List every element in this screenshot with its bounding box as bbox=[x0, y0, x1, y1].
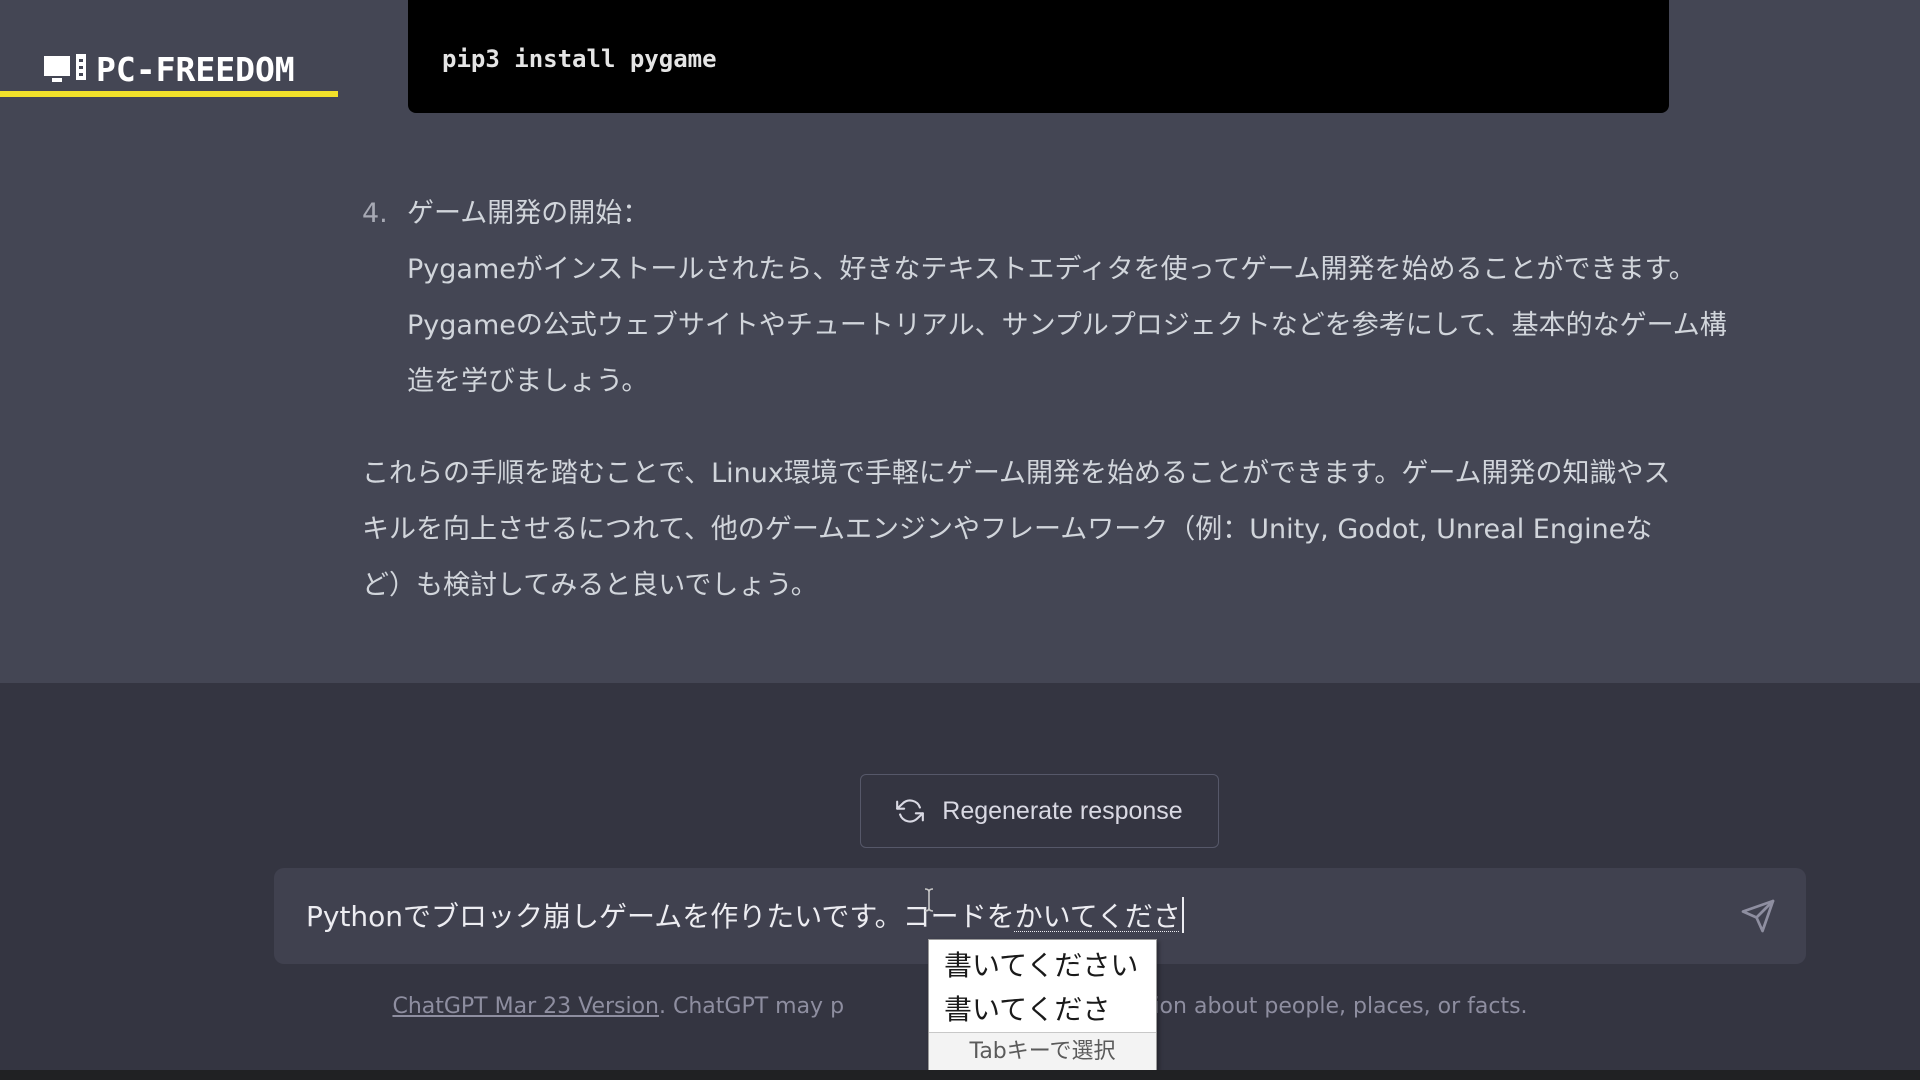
pc-tower-icon bbox=[76, 54, 86, 80]
input-composing-text: かいてくださ bbox=[1014, 900, 1181, 933]
footer-text-part-1: . ChatGPT may p bbox=[659, 994, 845, 1019]
regenerate-response-button[interactable]: Regenerate response bbox=[860, 774, 1219, 848]
code-block: pip3 install pygame bbox=[408, 0, 1669, 113]
bottom-edge bbox=[0, 1070, 1920, 1080]
list-item-body: Pygameがインストールされたら、好きなテキストエディタを使ってゲーム開発を始… bbox=[407, 242, 1727, 410]
text-caret bbox=[1181, 897, 1184, 933]
refresh-icon bbox=[896, 799, 925, 823]
regenerate-label: Regenerate response bbox=[942, 796, 1183, 825]
list-number: 4. bbox=[362, 198, 388, 229]
ibeam-cursor-icon bbox=[924, 888, 934, 912]
list-item-title: ゲーム開発の開始： bbox=[407, 198, 650, 229]
closing-paragraph: これらの手順を踏むことで、Linux環境で手軽にゲーム開発を始めることができます… bbox=[362, 446, 1682, 614]
ime-candidate-2[interactable]: 書いてくださ bbox=[944, 990, 1110, 1030]
ime-candidate-popup: 書いてください 書いてくださ Tabキーで選択 bbox=[928, 939, 1157, 1070]
input-committed-text: Pythonでブロック崩しゲームを作りたいです。コードを bbox=[306, 900, 1015, 933]
logo-text: PC-FREEDOM bbox=[96, 50, 295, 89]
logo-underline bbox=[0, 91, 338, 97]
list-body-line: Pygameがインストールされたら、好きなテキストエディタを使ってゲーム開発を始… bbox=[407, 254, 1696, 285]
paragraph-line: キルを向上させるにつれて、他のゲームエンジンやフレームワーク（例：Unity, … bbox=[362, 514, 1653, 545]
message-input-text[interactable]: Pythonでブロック崩しゲームを作りたいです。コードをかいてくださ bbox=[306, 897, 1184, 936]
ime-candidate-1[interactable]: 書いてください bbox=[944, 946, 1138, 986]
ime-hint: Tabキーで選択 bbox=[929, 1032, 1156, 1070]
site-logo: PC-FREEDOM bbox=[0, 50, 338, 98]
list-body-line: 造を学びましょう。 bbox=[407, 366, 649, 397]
chatgpt-screen: pip3 install pygame PC-FREEDOM 4. ゲーム開発の… bbox=[0, 0, 1920, 1080]
list-body-line: Pygameの公式ウェブサイトやチュートリアル、サンプルプロジェクトなどを参考に… bbox=[407, 310, 1727, 341]
paragraph-line: これらの手順を踏むことで、Linux環境で手軽にゲーム開発を始めることができます… bbox=[362, 458, 1671, 489]
assistant-response: pip3 install pygame PC-FREEDOM 4. ゲーム開発の… bbox=[0, 0, 1920, 683]
paper-plane-icon[interactable] bbox=[1740, 898, 1776, 934]
paragraph-line: ど）も検討してみると良いでしょう。 bbox=[362, 570, 818, 601]
code-text: pip3 install pygame bbox=[442, 45, 717, 73]
monitor-icon bbox=[44, 56, 70, 82]
version-link[interactable]: ChatGPT Mar 23 Version bbox=[392, 994, 659, 1019]
